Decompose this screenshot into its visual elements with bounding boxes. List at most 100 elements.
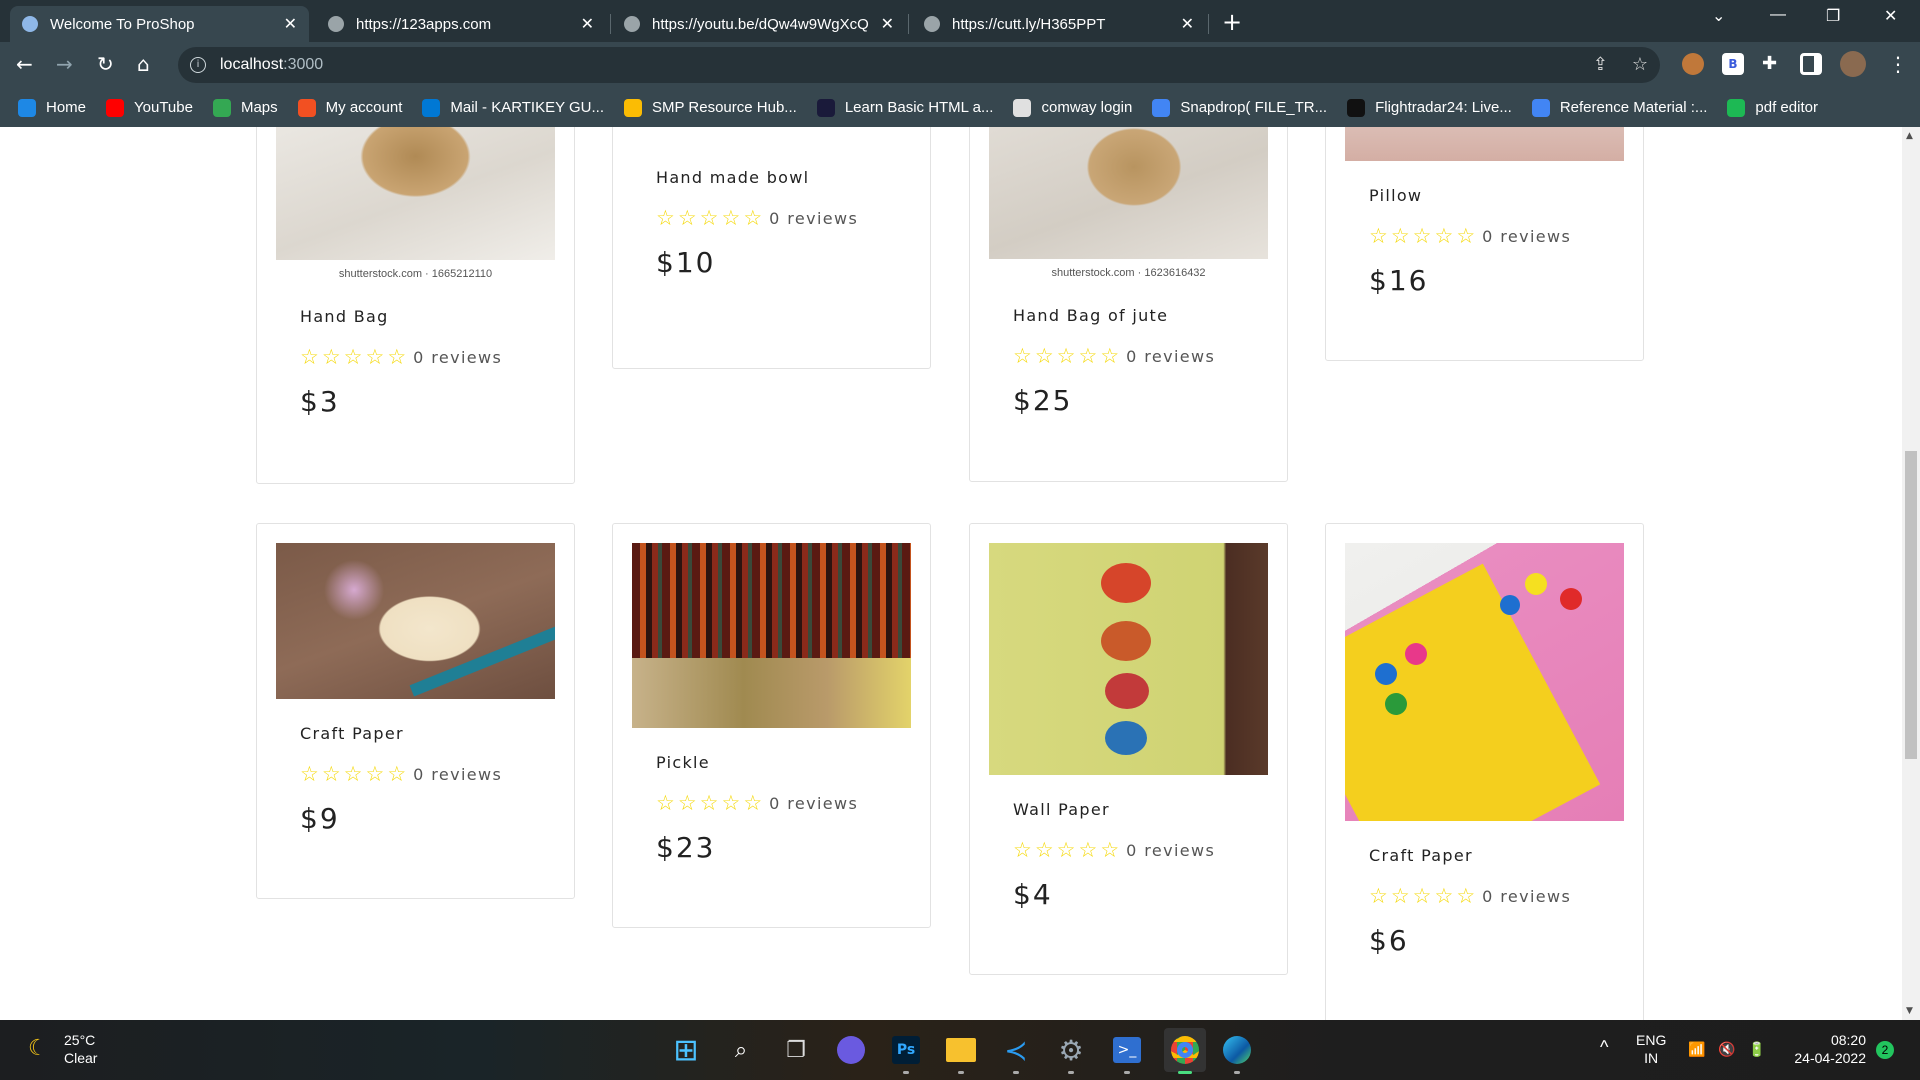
product-image[interactable] <box>989 543 1268 775</box>
file-explorer-icon[interactable] <box>946 1038 976 1062</box>
url-port: :3000 <box>283 56 324 73</box>
bookmark-item[interactable]: Mail - KARTIKEY GU... <box>422 98 604 117</box>
bookmark-item[interactable]: pdf editor <box>1727 98 1818 117</box>
tab-cuttly[interactable]: https://cutt.ly/H365PPT ✕ <box>912 6 1206 42</box>
review-count: 0 reviews <box>769 793 859 813</box>
share-icon[interactable]: ⇪ <box>1593 54 1608 75</box>
star-outline-icon: ☆ <box>343 345 363 369</box>
moon-weather-icon[interactable]: ☾ <box>28 1036 48 1061</box>
close-tab-icon[interactable]: ✕ <box>581 14 594 34</box>
scroll-down-arrow-icon[interactable]: ▼ <box>1906 1006 1913 1016</box>
wifi-icon[interactable]: 📶 <box>1688 1040 1705 1058</box>
notification-badge[interactable]: 2 <box>1876 1041 1894 1059</box>
scroll-up-arrow-icon[interactable]: ▲ <box>1906 131 1913 141</box>
new-tab-button[interactable]: + <box>1222 8 1242 36</box>
bookmark-item[interactable]: SMP Resource Hub... <box>624 98 797 117</box>
bookmark-item[interactable]: My account <box>297 98 402 117</box>
product-card[interactable]: Wall Paper ☆ ☆ ☆ ☆ ☆ 0 reviews $4 <box>969 523 1288 975</box>
reload-button[interactable]: ↻ <box>97 52 114 76</box>
back-button[interactable]: ← <box>16 52 33 76</box>
bookmark-item[interactable]: Home <box>18 98 86 117</box>
product-image[interactable] <box>276 543 555 699</box>
product-image[interactable] <box>1345 127 1624 161</box>
product-name[interactable]: Hand Bag <box>300 307 555 327</box>
tab-123apps[interactable]: https://123apps.com ✕ <box>316 6 606 42</box>
chrome-icon[interactable] <box>1171 1036 1199 1064</box>
windows-start-icon[interactable]: ⊞ <box>668 1032 704 1068</box>
vertical-scrollbar[interactable]: ▲ ▼ <box>1902 127 1920 1020</box>
side-panel-icon[interactable] <box>1800 53 1822 75</box>
product-image[interactable] <box>632 127 911 143</box>
battery-icon[interactable]: 🔋 <box>1748 1040 1765 1058</box>
home-button[interactable]: ⌂ <box>137 52 150 76</box>
extensions-puzzle-icon[interactable]: ✚ <box>1762 53 1784 75</box>
tab-search-button[interactable]: ⌄ <box>1712 6 1725 26</box>
weather-widget[interactable]: 25°C Clear <box>64 1031 97 1067</box>
product-image[interactable]: shutterstock.com · 1623616432 <box>989 127 1268 281</box>
product-name[interactable]: Pickle <box>656 753 911 773</box>
close-window-button[interactable]: ✕ <box>1884 6 1897 26</box>
restore-button[interactable]: ❐ <box>1826 6 1840 26</box>
menu-kebab-icon[interactable]: ⋮ <box>1888 52 1908 76</box>
address-bar[interactable]: i localhost:3000 ⇪ ☆ <box>178 47 1660 83</box>
product-card[interactable]: Craft Paper ☆ ☆ ☆ ☆ ☆ 0 reviews $6 <box>1325 523 1644 1020</box>
powershell-icon[interactable]: >_ <box>1113 1037 1141 1063</box>
product-name[interactable]: Hand made bowl <box>656 168 911 188</box>
bookmark-item[interactable]: Learn Basic HTML a... <box>816 98 993 117</box>
close-tab-icon[interactable]: ✕ <box>881 14 894 34</box>
product-card[interactable]: shutterstock.com · 1623616432 Hand Bag o… <box>969 127 1288 482</box>
product-name[interactable]: Craft Paper <box>300 724 555 744</box>
product-name[interactable]: Hand Bag of jute <box>1013 306 1268 326</box>
search-icon[interactable]: ⌕ <box>723 1032 759 1068</box>
show-hidden-icons-chevron[interactable]: ^ <box>1600 1038 1608 1056</box>
review-count: 0 reviews <box>1126 346 1216 366</box>
star-outline-icon: ☆ <box>1456 224 1476 248</box>
bookmark-item[interactable]: Flightradar24: Live... <box>1347 98 1512 117</box>
bookmark-item[interactable]: YouTube <box>106 98 193 117</box>
star-outline-icon: ☆ <box>1034 344 1054 368</box>
forward-button[interactable]: → <box>56 52 73 76</box>
language-indicator[interactable]: ENG IN <box>1636 1031 1666 1067</box>
product-card[interactable]: Hand made bowl ☆ ☆ ☆ ☆ ☆ 0 reviews $10 <box>612 127 931 369</box>
volume-muted-icon[interactable]: 🔇 <box>1718 1040 1735 1058</box>
bookmark-item[interactable]: Reference Material :... <box>1531 98 1707 117</box>
edge-icon[interactable] <box>1223 1036 1251 1064</box>
tab-youtube-link[interactable]: https://youtu.be/dQw4w9WgXcQ ✕ <box>612 6 906 42</box>
bookmark-item[interactable]: Snapdrop( FILE_TR... <box>1152 98 1327 117</box>
settings-gear-icon[interactable]: ⚙ <box>1053 1032 1089 1074</box>
bookmark-item[interactable]: Maps <box>212 98 278 117</box>
scrollbar-thumb[interactable] <box>1905 451 1917 759</box>
product-name[interactable]: Wall Paper <box>1013 800 1268 820</box>
star-outline-icon: ☆ <box>321 762 341 786</box>
vscode-icon[interactable]: ≺ <box>998 1032 1034 1074</box>
product-card[interactable]: Pillow ☆ ☆ ☆ ☆ ☆ 0 reviews $16 <box>1325 127 1644 361</box>
product-card[interactable]: shutterstock.com · 1665212110 Hand Bag ☆… <box>256 127 575 484</box>
b-extension-icon[interactable]: B <box>1722 53 1744 75</box>
review-count: 0 reviews <box>1482 886 1572 906</box>
product-image[interactable] <box>1345 543 1624 821</box>
product-name[interactable]: Craft Paper <box>1369 846 1624 866</box>
cookie-extension-icon[interactable] <box>1682 53 1704 75</box>
bookmark-star-icon[interactable]: ☆ <box>1632 54 1648 75</box>
profile-avatar[interactable] <box>1840 51 1866 77</box>
close-tab-icon[interactable]: ✕ <box>284 14 297 34</box>
globe-icon <box>624 16 640 32</box>
bookmark-favicon-icon <box>1727 98 1746 117</box>
minimize-button[interactable]: — <box>1770 6 1786 24</box>
product-name[interactable]: Pillow <box>1369 186 1624 206</box>
product-card[interactable]: Craft Paper ☆ ☆ ☆ ☆ ☆ 0 reviews $9 <box>256 523 575 899</box>
bookmark-label: Maps <box>240 99 278 116</box>
bookmark-item[interactable]: comway login <box>1013 98 1132 117</box>
star-outline-icon: ☆ <box>1390 884 1410 908</box>
product-image[interactable] <box>632 543 911 728</box>
teams-chat-icon[interactable] <box>837 1036 865 1064</box>
photoshop-icon[interactable]: Ps <box>892 1036 920 1064</box>
close-tab-icon[interactable]: ✕ <box>1181 14 1194 34</box>
task-view-icon[interactable]: ❐ <box>778 1032 814 1068</box>
clock[interactable]: 08:20 24-04-2022 <box>1786 1031 1866 1067</box>
site-info-icon[interactable]: i <box>190 57 206 73</box>
bookmark-label: YouTube <box>134 99 193 116</box>
tab-welcome-to-proshop[interactable]: Welcome To ProShop ✕ <box>10 6 309 42</box>
product-card[interactable]: Pickle ☆ ☆ ☆ ☆ ☆ 0 reviews $23 <box>612 523 931 928</box>
product-image[interactable]: shutterstock.com · 1665212110 <box>276 127 555 282</box>
